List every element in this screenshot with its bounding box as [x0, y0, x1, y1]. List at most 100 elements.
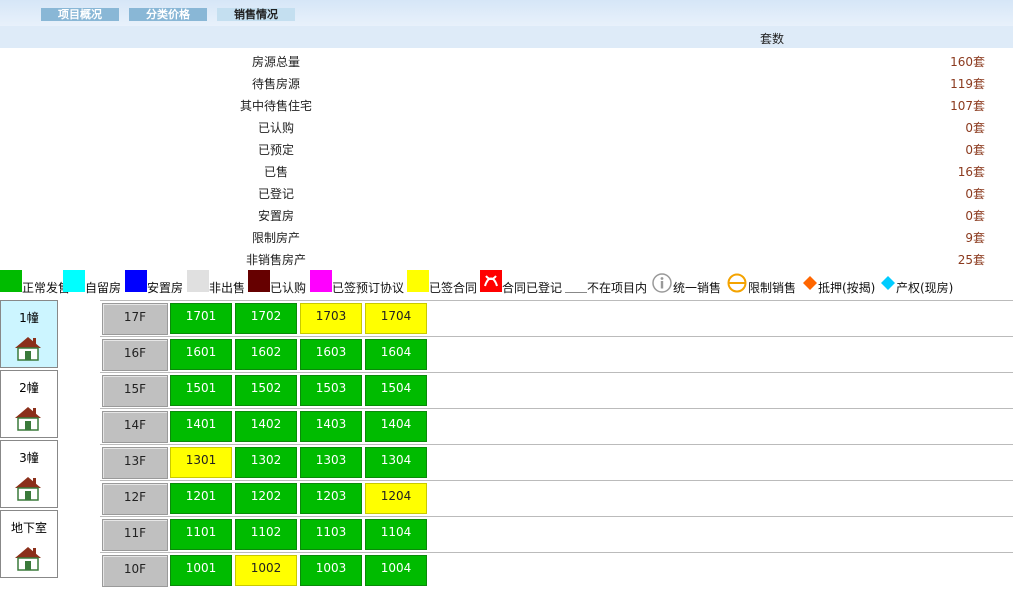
unit-cell[interactable]: 1404	[365, 411, 427, 442]
stat-value: 0套	[965, 209, 985, 223]
legend-label: 已认购	[270, 281, 307, 295]
stat-label: 已预定	[257, 143, 294, 157]
unit-cell[interactable]: 1204	[365, 483, 427, 514]
building-tab-1[interactable]: 1幢	[0, 300, 58, 368]
unit-cell[interactable]: 1104	[365, 519, 427, 550]
legend-label: 自留房	[85, 281, 122, 295]
stat-value: 119套	[950, 77, 985, 91]
stat-label: 限制房产	[251, 231, 300, 245]
unit-cell[interactable]: 1002	[235, 555, 297, 586]
stat-value: 160套	[950, 55, 985, 69]
floor-row: 11F 1101 1102 1103 1104	[100, 516, 1013, 553]
unit-cell[interactable]: 1703	[300, 303, 362, 334]
unit-cell[interactable]: 1202	[235, 483, 297, 514]
stat-row: 限制房产 9套	[0, 225, 1013, 247]
unit-cell[interactable]: 1702	[235, 303, 297, 334]
unit-cell[interactable]: 1403	[300, 411, 362, 442]
swatch-contract-registered-icon	[480, 270, 502, 292]
floor-label: 11F	[102, 519, 168, 551]
unit-cell[interactable]: 1303	[300, 447, 362, 478]
building-tab-basement[interactable]: 地下室	[0, 510, 58, 578]
stat-row: 其中待售住宅 107套	[0, 93, 1013, 115]
unit-cell[interactable]: 1101	[170, 519, 232, 550]
swatch-not-in-project	[565, 270, 587, 293]
unit-cell[interactable]: 1103	[300, 519, 362, 550]
stat-row: 已预定 0套	[0, 137, 1013, 159]
swatch-self-reserved	[63, 270, 85, 292]
cyan-diamond-icon	[881, 276, 895, 290]
building-name: 3幢	[19, 451, 39, 465]
unit-cell[interactable]: 1504	[365, 375, 427, 406]
swatch-subscribed	[248, 270, 270, 292]
swatch-not-for-sale	[187, 270, 209, 292]
swatch-resettlement	[125, 270, 147, 292]
unit-cell[interactable]: 1501	[170, 375, 232, 406]
unit-cell[interactable]: 1001	[170, 555, 232, 586]
unit-cell[interactable]: 1302	[235, 447, 297, 478]
floor-label: 13F	[102, 447, 168, 479]
house-icon	[13, 545, 43, 574]
stat-value: 0套	[965, 187, 985, 201]
swatch-normal-sale	[0, 270, 22, 292]
house-icon	[13, 335, 43, 364]
unit-cell[interactable]: 1102	[235, 519, 297, 550]
unit-cell[interactable]: 1502	[235, 375, 297, 406]
building-tab-2[interactable]: 2幢	[0, 370, 58, 438]
stat-label: 安置房	[257, 209, 294, 223]
unit-cell[interactable]: 1201	[170, 483, 232, 514]
building-name: 2幢	[19, 381, 39, 395]
stats-header: 套数	[0, 26, 1013, 48]
stat-row: 安置房 0套	[0, 203, 1013, 225]
unit-cell[interactable]: 1603	[300, 339, 362, 370]
floor-row: 15F 1501 1502 1503 1504	[100, 372, 1013, 409]
floor-label: 17F	[102, 303, 168, 335]
unit-cell[interactable]: 1304	[365, 447, 427, 478]
legend-label: 统一销售	[673, 281, 722, 295]
orange-diamond-icon	[803, 276, 817, 290]
unit-cell[interactable]: 1503	[300, 375, 362, 406]
restricted-circle-icon	[727, 273, 747, 293]
unit-cell[interactable]: 1301	[170, 447, 232, 478]
legend-label: 安置房	[147, 281, 184, 295]
floor-label: 14F	[102, 411, 168, 443]
building-tab-3[interactable]: 3幢	[0, 440, 58, 508]
stat-value: 9套	[965, 231, 985, 245]
tab-project-overview[interactable]: 项目概况	[41, 8, 119, 21]
swatch-contract-signed	[407, 270, 429, 292]
stat-label: 非销售房产	[245, 253, 306, 267]
legend-label: 不在项目内	[587, 281, 648, 295]
floor-label: 16F	[102, 339, 168, 371]
house-icon	[13, 475, 43, 504]
floor-label: 10F	[102, 555, 168, 587]
house-icon	[13, 405, 43, 434]
tab-category-price[interactable]: 分类价格	[129, 8, 207, 21]
unit-cell[interactable]: 1604	[365, 339, 427, 370]
legend-label: 抵押(按揭)	[818, 281, 876, 295]
floor-row: 10F 1001 1002 1003 1004	[100, 552, 1013, 589]
stat-label: 房源总量	[251, 55, 300, 69]
stat-value: 107套	[950, 99, 985, 113]
unit-cell[interactable]: 1601	[170, 339, 232, 370]
unit-cell[interactable]: 1003	[300, 555, 362, 586]
legend-label: 已签预订协议	[332, 281, 405, 295]
legend-label: 合同已登记	[502, 281, 563, 295]
stat-value: 25套	[957, 253, 985, 267]
legend-label: 产权(现房)	[896, 281, 954, 295]
stat-value: 0套	[965, 121, 985, 135]
unit-cell[interactable]: 1402	[235, 411, 297, 442]
unit-cell[interactable]: 1004	[365, 555, 427, 586]
stat-label: 待售房源	[251, 77, 300, 91]
unit-cell[interactable]: 1704	[365, 303, 427, 334]
floor-label: 15F	[102, 375, 168, 407]
unit-cell[interactable]: 1701	[170, 303, 232, 334]
unit-cell[interactable]: 1401	[170, 411, 232, 442]
legend-label: 非出售	[209, 281, 246, 295]
stat-row: 非销售房产 25套	[0, 247, 1013, 269]
stat-label: 其中待售住宅	[239, 99, 312, 113]
floor-row: 13F 1301 1302 1303 1304	[100, 444, 1013, 481]
legend-label: 已签合同	[429, 281, 478, 295]
unit-cell[interactable]: 1602	[235, 339, 297, 370]
stat-row: 已登记 0套	[0, 181, 1013, 203]
tab-sales-status[interactable]: 销售情况	[217, 8, 295, 21]
unit-cell[interactable]: 1203	[300, 483, 362, 514]
